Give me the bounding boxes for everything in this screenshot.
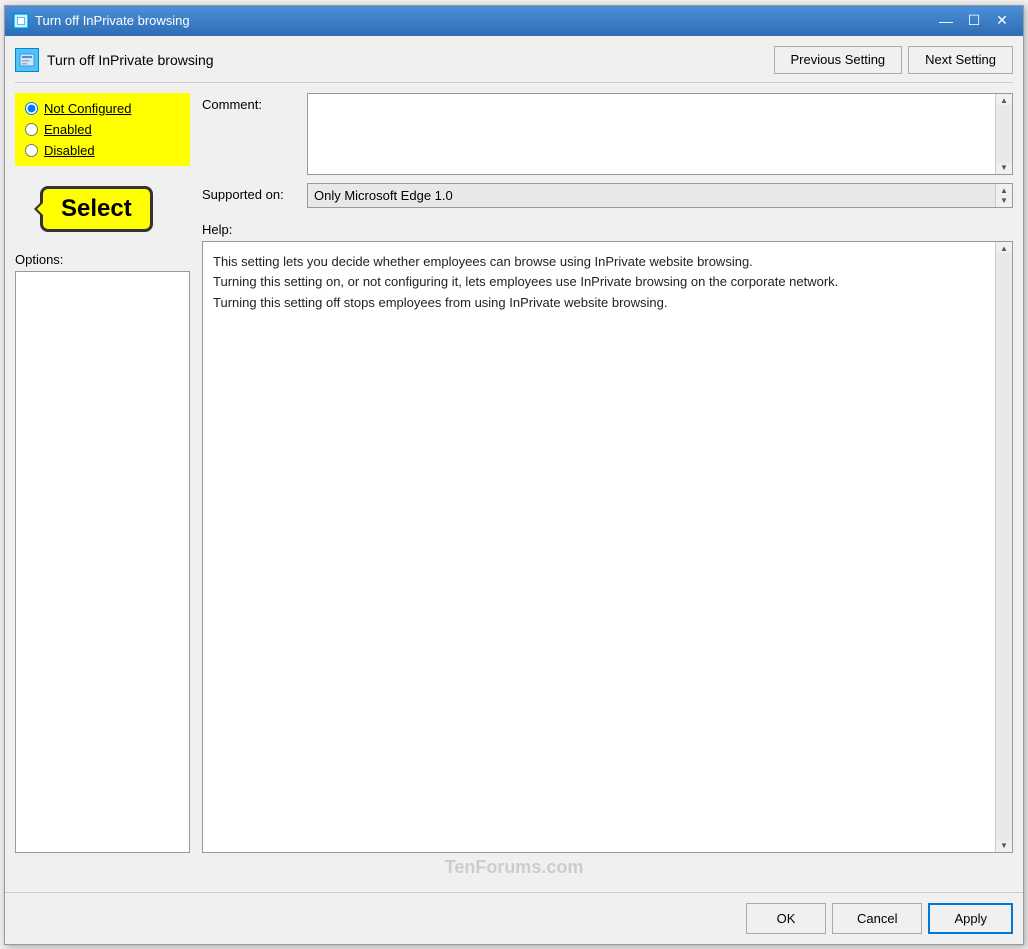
left-side: Not Configured Enabled Disabled Select [15, 93, 190, 853]
help-label: Help: [202, 222, 1013, 237]
header-title: Turn off InPrivate browsing [47, 52, 774, 68]
radio-disabled-label: Disabled [44, 143, 95, 158]
watermark: TenForums.com [15, 853, 1013, 882]
scroll-track3 [996, 253, 1012, 841]
scroll-up-arrow2[interactable]: ▲ [1000, 186, 1008, 195]
cancel-button[interactable]: Cancel [832, 903, 922, 934]
scroll-down-arrow3[interactable]: ▼ [1000, 841, 1008, 850]
main-layout: Not Configured Enabled Disabled Select [15, 93, 1013, 853]
supported-row: Supported on: Only Microsoft Edge 1.0 ▲ … [202, 183, 1013, 208]
close-button[interactable]: ✕ [989, 11, 1015, 31]
options-box [15, 271, 190, 853]
footer: OK Cancel Apply [5, 892, 1023, 944]
header-row: Turn off InPrivate browsing Previous Set… [15, 46, 1013, 83]
right-side: Comment: ▲ ▼ Supported on: Only Mic [190, 93, 1013, 853]
apply-button[interactable]: Apply [928, 903, 1013, 934]
next-setting-button[interactable]: Next Setting [908, 46, 1013, 74]
radio-enabled-label: Enabled [44, 122, 92, 137]
supported-label: Supported on: [202, 183, 307, 202]
title-bar-controls: — ☐ ✕ [933, 11, 1015, 31]
title-bar: Turn off InPrivate browsing — ☐ ✕ [5, 6, 1023, 36]
radio-enabled[interactable]: Enabled [25, 122, 180, 137]
scroll-down-arrow[interactable]: ▼ [1000, 163, 1008, 172]
select-callout: Select [40, 186, 153, 232]
options-section: Options: [15, 232, 190, 853]
supported-scrollbar: ▲ ▼ [995, 184, 1012, 207]
header-buttons: Previous Setting Next Setting [774, 46, 1014, 74]
comment-row: Comment: ▲ ▼ [202, 93, 1013, 175]
comment-scrollbar: ▲ ▼ [995, 94, 1012, 174]
radio-not-configured-input[interactable] [25, 102, 38, 115]
scroll-track [996, 105, 1012, 163]
supported-box-wrapper: Only Microsoft Edge 1.0 ▲ ▼ [307, 183, 1013, 208]
options-label: Options: [15, 252, 190, 267]
radio-disabled[interactable]: Disabled [25, 143, 180, 158]
main-window: Turn off InPrivate browsing — ☐ ✕ Turn o… [4, 5, 1024, 945]
previous-setting-button[interactable]: Previous Setting [774, 46, 903, 74]
minimize-button[interactable]: — [933, 11, 959, 31]
ok-button[interactable]: OK [746, 903, 826, 934]
window-icon [13, 13, 29, 29]
comment-textarea[interactable] [308, 94, 995, 174]
content-area: Turn off InPrivate browsing Previous Set… [5, 36, 1023, 892]
help-box-wrapper: This setting lets you decide whether emp… [202, 241, 1013, 853]
radio-disabled-input[interactable] [25, 144, 38, 157]
radio-not-configured[interactable]: Not Configured [25, 101, 180, 116]
help-para-1: This setting lets you decide whether emp… [213, 252, 985, 273]
radio-not-configured-label: Not Configured [44, 101, 131, 116]
help-para-2: Turning this setting on, or not configur… [213, 272, 985, 293]
radio-enabled-input[interactable] [25, 123, 38, 136]
help-scrollbar: ▲ ▼ [995, 242, 1012, 852]
comment-box-wrapper: ▲ ▼ [307, 93, 1013, 175]
scroll-down-arrow2[interactable]: ▼ [1000, 196, 1008, 205]
scroll-up-arrow[interactable]: ▲ [1000, 96, 1008, 105]
comment-label: Comment: [202, 93, 307, 112]
help-section: Help: This setting lets you decide wheth… [202, 222, 1013, 853]
help-box: This setting lets you decide whether emp… [203, 242, 995, 852]
title-bar-text: Turn off InPrivate browsing [35, 13, 933, 28]
select-callout-wrapper: Select [20, 176, 190, 232]
header-icon [15, 48, 39, 72]
help-para-3: Turning this setting off stops employees… [213, 293, 985, 314]
radio-group: Not Configured Enabled Disabled [15, 93, 190, 166]
scroll-up-arrow3[interactable]: ▲ [1000, 244, 1008, 253]
maximize-button[interactable]: ☐ [961, 11, 987, 31]
supported-value: Only Microsoft Edge 1.0 [308, 184, 995, 207]
